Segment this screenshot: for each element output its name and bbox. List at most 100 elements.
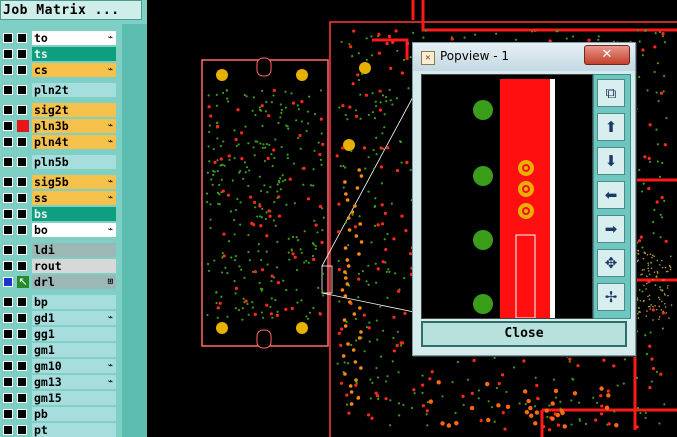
layer-checkbox[interactable] — [3, 177, 13, 187]
layer-row-sig2t[interactable]: sig2t — [0, 102, 118, 118]
layer-affected-checkbox[interactable] — [17, 157, 27, 167]
layer-name[interactable]: ldi — [32, 243, 116, 257]
layer-affected-checkbox[interactable] — [17, 33, 27, 43]
layer-name[interactable]: bo ⌁ — [32, 223, 116, 237]
zoom-fit-icon[interactable]: ✥ — [597, 249, 625, 277]
layer-row-gm15[interactable]: gm15 — [0, 390, 118, 406]
layer-affected-checkbox[interactable] — [17, 361, 27, 371]
layer-name[interactable]: gm13 ⌁ — [32, 375, 116, 389]
layer-name[interactable]: sig2t — [32, 103, 116, 117]
zoom-home-icon[interactable]: ✢ — [597, 283, 625, 311]
layer-checkbox[interactable] — [3, 157, 13, 167]
layer-checkbox[interactable] — [3, 245, 13, 255]
layer-row-bp[interactable]: bp — [0, 294, 118, 310]
layer-checkbox[interactable] — [3, 137, 13, 147]
layer-name[interactable]: gm15 — [32, 391, 116, 405]
close-button[interactable]: Close — [421, 321, 627, 347]
pan-right-icon[interactable]: ➡ — [597, 215, 625, 243]
layer-row-bs[interactable]: bs — [0, 206, 118, 222]
layer-name[interactable]: gm10 ⌁ — [32, 359, 116, 373]
layer-checkbox[interactable] — [3, 377, 13, 387]
layer-row-pb[interactable]: pb — [0, 406, 118, 422]
window-close-button[interactable]: ✕ — [584, 45, 630, 65]
layer-name[interactable]: pln2t — [32, 83, 116, 97]
layer-checkbox[interactable] — [3, 261, 13, 271]
layer-affected-checkbox[interactable] — [17, 85, 27, 95]
layer-checkbox[interactable] — [3, 277, 13, 287]
layer-affected-checkbox[interactable] — [17, 329, 27, 339]
layer-name[interactable]: bs — [32, 207, 116, 221]
layer-affected-checkbox[interactable] — [17, 105, 27, 115]
layer-name[interactable]: pln4t ⌁ — [32, 135, 116, 149]
layer-row-drl[interactable]: ↖ drl ⊞ — [0, 274, 118, 290]
pan-down-icon[interactable]: ⬇ — [597, 147, 625, 175]
layer-affected-checkbox[interactable] — [17, 177, 27, 187]
layer-checkbox[interactable] — [3, 65, 13, 75]
pan-left-icon[interactable]: ⬅ — [597, 181, 625, 209]
layer-checkbox[interactable] — [3, 425, 13, 435]
layer-row-to[interactable]: to ⌁ — [0, 30, 118, 46]
layer-affected-checkbox[interactable] — [17, 209, 27, 219]
layer-affected-checkbox[interactable] — [17, 393, 27, 403]
layer-checkbox[interactable] — [3, 329, 13, 339]
layer-affected-checkbox[interactable] — [17, 65, 27, 75]
layer-name[interactable]: pb — [32, 407, 116, 421]
layer-affected-checkbox[interactable] — [17, 49, 27, 59]
layer-name[interactable]: pln5b — [32, 155, 116, 169]
layer-row-sig5b[interactable]: sig5b ⌁ — [0, 174, 118, 190]
pan-up-icon[interactable]: ⬆ — [597, 113, 625, 141]
layer-checkbox[interactable] — [3, 193, 13, 203]
layer-checkbox[interactable] — [3, 49, 13, 59]
layer-checkbox[interactable] — [3, 409, 13, 419]
layer-affected-checkbox[interactable] — [17, 313, 27, 323]
layer-checkbox[interactable] — [3, 105, 13, 115]
layer-affected-checkbox[interactable] — [17, 137, 27, 147]
layer-checkbox[interactable] — [3, 393, 13, 403]
layer-row-pln2t[interactable]: pln2t — [0, 82, 118, 98]
layer-row-rout[interactable]: rout — [0, 258, 118, 274]
layer-checkbox[interactable] — [3, 121, 13, 131]
layer-row-pln5b[interactable]: pln5b — [0, 154, 118, 170]
layer-row-bo[interactable]: bo ⌁ — [0, 222, 118, 238]
panel-scroll-strip[interactable] — [122, 24, 147, 437]
layer-affected-checkbox[interactable] — [17, 425, 27, 435]
layer-name[interactable]: pln3b ⌁ — [32, 119, 116, 133]
layer-checkbox[interactable] — [3, 209, 13, 219]
layer-affected-checkbox[interactable] — [17, 261, 27, 271]
layer-row-gm13[interactable]: gm13 ⌁ — [0, 374, 118, 390]
layer-name[interactable]: sig5b ⌁ — [32, 175, 116, 189]
layer-row-cs[interactable]: cs ⌁ — [0, 62, 118, 78]
layer-row-pln4t[interactable]: pln4t ⌁ — [0, 134, 118, 150]
layer-row-gm10[interactable]: gm10 ⌁ — [0, 358, 118, 374]
layer-affected-checkbox[interactable] — [17, 377, 27, 387]
layer-affected-checkbox[interactable] — [17, 409, 27, 419]
layer-name[interactable]: rout — [32, 259, 116, 273]
layer-checkbox[interactable] — [3, 85, 13, 95]
layer-checkbox[interactable] — [3, 297, 13, 307]
layer-affected-checkbox[interactable] — [17, 297, 27, 307]
layer-name[interactable]: gd1 ⌁ — [32, 311, 116, 325]
layer-row-gm1[interactable]: gm1 — [0, 342, 118, 358]
layer-row-ldi[interactable]: ldi — [0, 242, 118, 258]
layer-name[interactable]: bp — [32, 295, 116, 309]
popview-canvas[interactable] — [421, 74, 593, 319]
layer-affected-checkbox[interactable] — [17, 345, 27, 355]
layer-name[interactable]: drl ⊞ — [32, 275, 116, 289]
layer-row-pln3b[interactable]: pln3b ⌁ — [0, 118, 118, 134]
layer-checkbox[interactable] — [3, 225, 13, 235]
layer-affected-checkbox[interactable] — [17, 193, 27, 203]
layer-name[interactable]: gg1 — [32, 327, 116, 341]
popview-window[interactable]: ✕ Popview - 1 ✕ ⧉ ⬆ ⬇ ⬅ ➡ ✥ ✢ Close — [412, 42, 636, 356]
layer-name[interactable]: to ⌁ — [32, 31, 116, 45]
layer-checkbox[interactable] — [3, 33, 13, 43]
layer-name[interactable]: cs ⌁ — [32, 63, 116, 77]
layer-checkbox[interactable] — [3, 313, 13, 323]
zoom-window-icon[interactable]: ⧉ — [597, 79, 625, 107]
layer-row-ss[interactable]: ss ⌁ — [0, 190, 118, 206]
layer-row-pt[interactable]: pt — [0, 422, 118, 437]
layer-checkbox[interactable] — [3, 361, 13, 371]
layer-row-gg1[interactable]: gg1 — [0, 326, 118, 342]
layer-row-ts[interactable]: ts — [0, 46, 118, 62]
layer-name[interactable]: gm1 — [32, 343, 116, 357]
layer-affected-checkbox[interactable] — [17, 225, 27, 235]
